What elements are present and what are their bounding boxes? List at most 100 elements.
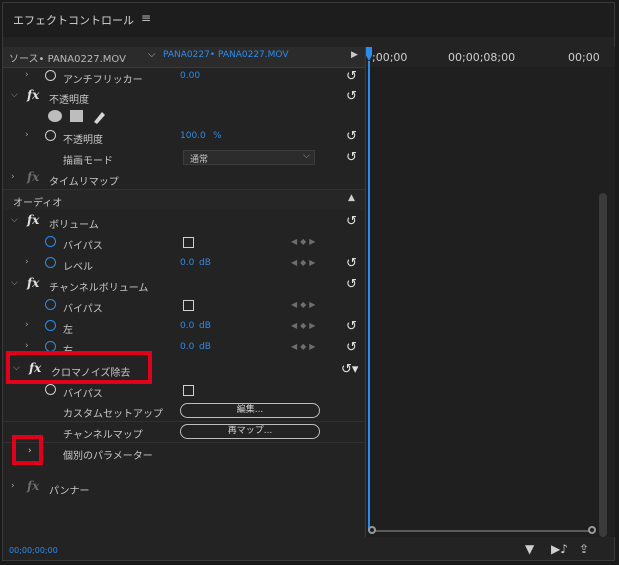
section-label: オーディオ	[13, 198, 63, 209]
reset-icon[interactable]: ↺	[346, 340, 357, 355]
pen-tool-icon[interactable]	[91, 109, 107, 125]
stopwatch-icon[interactable]	[45, 70, 56, 81]
bottom-bar: 00;00;00;00 ▼ ▶♪ ⇪	[3, 539, 614, 560]
highlight-box-chroma-noise	[6, 351, 152, 384]
effect-label: ボリューム	[49, 220, 99, 231]
chevron-right-icon[interactable]: ›	[25, 130, 29, 140]
bypass-checkbox[interactable]	[183, 385, 194, 396]
property-row-bypass: バイパス	[3, 381, 365, 401]
property-label: 左	[63, 325, 73, 336]
panel-menu-icon[interactable]: ≡	[141, 11, 151, 25]
bypass-checkbox[interactable]	[183, 300, 194, 311]
property-row-channel-map: チャンネルマップ 再マップ...	[3, 422, 365, 443]
chevron-down-icon[interactable]: ⌵	[148, 49, 156, 60]
effect-label: チャンネルボリューム	[49, 283, 149, 294]
blend-mode-select[interactable]: 通常 ⌵	[183, 150, 315, 165]
property-row-level: › レベル 0.0 dB ◀◆▶ ↺	[3, 254, 365, 274]
chevron-down-icon[interactable]: ⌵	[11, 215, 18, 225]
property-row-custom-setup: カスタムセットアップ 編集...	[3, 401, 365, 422]
chevron-right-icon[interactable]: ›	[25, 257, 29, 267]
keyframe-nav-icon[interactable]: ◀◆▶	[291, 342, 318, 351]
reset-icon[interactable]: ↺	[346, 150, 357, 165]
chevron-down-icon: ⌵	[303, 151, 310, 161]
stopwatch-icon[interactable]	[45, 384, 56, 395]
stopwatch-icon[interactable]	[45, 130, 56, 141]
fx-icon[interactable]: fx	[27, 213, 39, 227]
property-label: 描画モード	[63, 156, 113, 167]
keyframe-nav-icon[interactable]: ◀◆▶	[291, 237, 318, 246]
stopwatch-icon[interactable]	[45, 299, 56, 310]
vertical-scrollbar[interactable]	[599, 193, 607, 537]
effect-row-volume: ⌵ fx ボリューム ↺	[3, 212, 365, 232]
timeline-area[interactable]: ;00;00 00;00;08;00 00;00	[365, 47, 615, 537]
reset-icon[interactable]: ↺	[346, 89, 357, 104]
collapse-up-icon[interactable]: ▲	[348, 193, 355, 203]
fx-icon[interactable]: fx	[27, 479, 39, 493]
property-label: カスタムセットアップ	[63, 409, 163, 420]
property-row-left: › 左 0.0 dB ◀◆▶ ↺	[3, 317, 365, 337]
reset-icon[interactable]: ↺	[346, 319, 357, 334]
property-value[interactable]: 0.0	[180, 258, 194, 268]
effect-label: パンナー	[49, 486, 90, 497]
stopwatch-icon[interactable]	[45, 236, 56, 247]
mask-tools-row	[3, 107, 365, 127]
chevron-right-icon[interactable]: ›	[25, 320, 29, 330]
property-unit: dB	[199, 342, 211, 352]
bypass-checkbox[interactable]	[183, 237, 194, 248]
effect-label: タイムリマップ	[49, 177, 119, 188]
fx-icon[interactable]: fx	[27, 88, 39, 102]
reset-dropdown-icon[interactable]: ↺▾	[341, 362, 358, 377]
property-value[interactable]: 100.0	[180, 131, 206, 141]
stopwatch-icon[interactable]	[45, 257, 56, 268]
scrollbar-left-handle[interactable]	[368, 526, 376, 534]
sequence-clip-label[interactable]: PANA0227• PANA0227.MOV	[163, 50, 288, 60]
fx-icon[interactable]: fx	[27, 276, 39, 290]
property-value[interactable]: 0.0	[180, 342, 194, 352]
scrollbar-track[interactable]	[372, 530, 594, 532]
keyframe-nav-icon[interactable]: ◀◆▶	[291, 300, 318, 309]
property-value[interactable]: 0.00	[180, 71, 200, 81]
timeline-zoom-scrollbar[interactable]	[366, 525, 615, 537]
reset-icon[interactable]: ↺	[346, 256, 357, 271]
keyframe-nav-icon[interactable]: ◀◆▶	[291, 258, 318, 267]
source-bar: ソース• PANA0227.MOV ⌵ PANA0227• PANA0227.M…	[3, 47, 365, 68]
rectangle-mask-icon[interactable]	[69, 109, 85, 123]
filter-icon[interactable]: ▼	[525, 542, 534, 556]
effect-row-opacity: ⌵ fx 不透明度 ↺	[3, 87, 365, 107]
chevron-right-icon[interactable]: ›	[25, 341, 29, 351]
property-row-blend-mode: 描画モード 通常 ⌵ ↺	[3, 148, 365, 168]
remap-button[interactable]: 再マップ...	[180, 424, 320, 439]
reset-icon[interactable]: ↺	[346, 69, 357, 84]
keyframe-nav-icon[interactable]: ◀◆▶	[291, 321, 318, 330]
stopwatch-icon[interactable]	[45, 320, 56, 331]
property-label: バイパス	[63, 304, 103, 315]
effect-controls-panel: エフェクトコントロール ≡ ソース• PANA0227.MOV ⌵ PANA02…	[2, 2, 615, 561]
reset-icon[interactable]: ↺	[346, 277, 357, 292]
property-label: レベル	[63, 262, 93, 273]
reset-icon[interactable]: ↺	[346, 129, 357, 144]
edit-button[interactable]: 編集...	[180, 403, 320, 418]
property-row-bypass: バイパス ◀◆▶	[3, 296, 365, 316]
ellipse-mask-icon[interactable]	[47, 109, 63, 123]
chevron-right-icon[interactable]: ›	[25, 70, 29, 80]
chevron-right-icon[interactable]: ›	[11, 172, 15, 182]
property-row-bypass: バイパス ◀◆▶	[3, 233, 365, 253]
property-label: バイパス	[63, 241, 103, 252]
current-timecode[interactable]: 00;00;00;00	[9, 546, 58, 555]
property-row-antiflicker: › アンチフリッカー 0.00 ↺	[3, 67, 365, 87]
effect-row-channel-volume: ⌵ fx チャンネルボリューム ↺	[3, 275, 365, 295]
source-clip-label[interactable]: ソース• PANA0227.MOV	[9, 50, 126, 65]
chevron-right-icon[interactable]: ›	[11, 481, 15, 491]
property-row-individual-params: › 個別のパラメーター	[3, 443, 365, 463]
reset-icon[interactable]: ↺	[346, 214, 357, 229]
export-icon[interactable]: ⇪	[579, 542, 589, 556]
property-value[interactable]: 0.0	[180, 321, 194, 331]
chevron-down-icon[interactable]: ⌵	[11, 90, 18, 100]
scrollbar-right-handle[interactable]	[588, 526, 596, 534]
chevron-down-icon[interactable]: ⌵	[11, 278, 18, 288]
play-audio-icon[interactable]: ▶♪	[551, 542, 568, 556]
time-ruler[interactable]: ;00;00 00;00;08;00 00;00	[366, 47, 615, 67]
fx-icon[interactable]: fx	[27, 170, 39, 184]
play-triangle-icon[interactable]: ▶	[351, 50, 358, 60]
playhead-line[interactable]	[368, 61, 370, 531]
